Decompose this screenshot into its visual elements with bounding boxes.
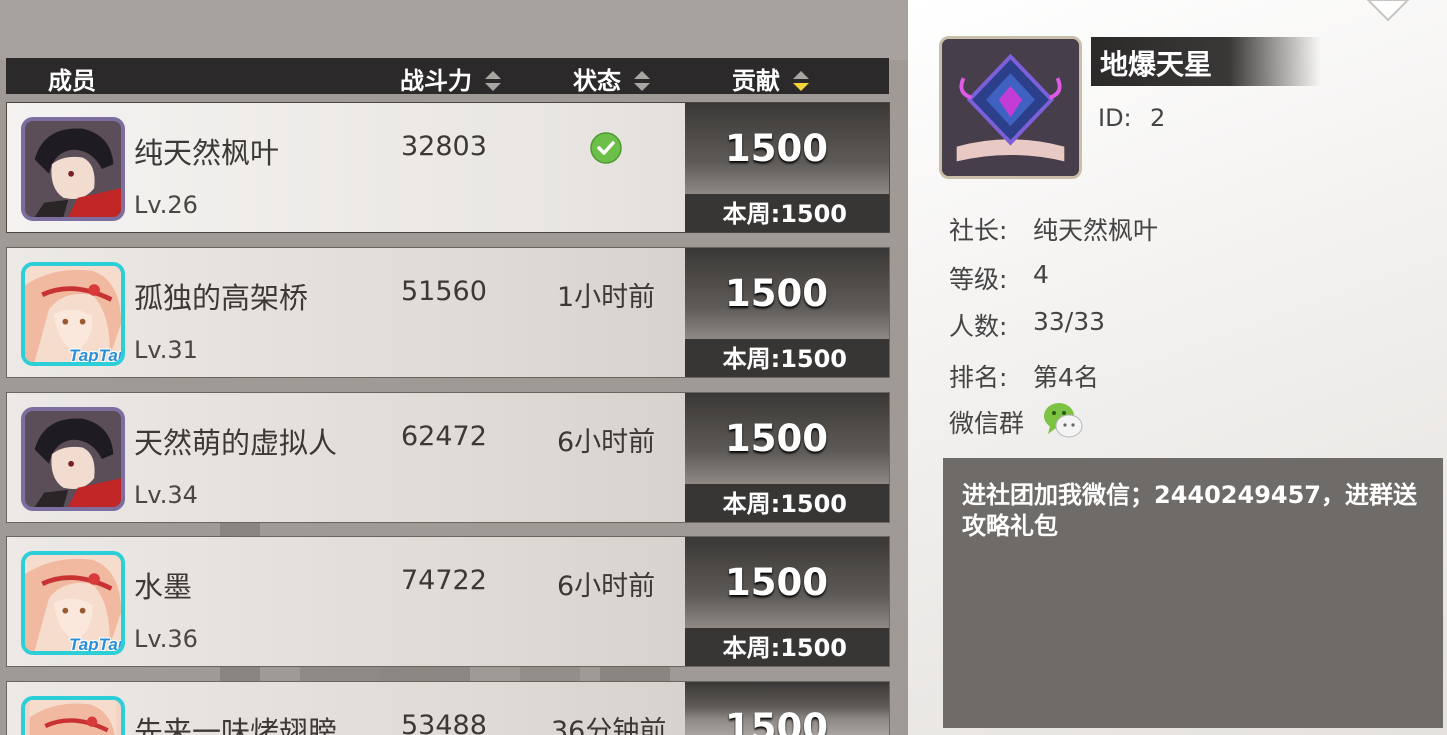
dark-hair-boy-portrait [25,411,121,507]
member-status: 6小时前 [557,427,656,458]
leader-label: 社长: [949,216,1008,245]
contribution-value: 1500 [725,417,828,460]
header-status[interactable]: 状态 [573,61,651,96]
weekly-contribution: 本周:1500 [685,484,889,522]
sort-icon[interactable] [633,69,651,93]
member-row[interactable]: 纯天然枫叶 Lv.26 32803 1500 本周:1500 [6,102,890,233]
dark-hair-boy-portrait [25,121,121,217]
contribution-value: 1500 [725,706,828,735]
member-name: 纯天然枫叶 [134,136,280,170]
header-power[interactable]: 战斗力 [400,61,502,96]
member-name: 孤独的高架桥 [134,281,309,315]
sort-active-icon[interactable] [792,69,810,93]
online-check-icon [590,132,622,164]
member-status: 36分钟前 [551,716,667,735]
contribution-box: 1500 [685,682,889,735]
member-power: 32803 [401,131,487,162]
contribution-box: 1500 本周:1500 [685,537,889,666]
contribution-box: 1500 本周:1500 [685,393,889,522]
member-row[interactable]: TapTap 孤独的高架桥 Lv.31 51560 1小时前 1500 本周:1… [6,247,890,378]
header-contribution[interactable]: 贡献 [732,61,810,96]
rank-label: 排名: [949,363,1008,392]
level-value: 4 [1033,260,1049,289]
contribution-value: 1500 [725,561,828,604]
member-power: 74722 [401,565,487,596]
level-label: 等级: [949,265,1008,294]
wechat-icon[interactable] [1042,400,1084,440]
header-contribution-label: 贡献 [732,67,780,95]
member-status: 1小时前 [557,282,656,313]
guild-id-label: ID: [1098,104,1132,132]
contribution-box: 1500 本周:1500 [685,248,889,377]
member-name: 水墨 [134,570,193,604]
member-level: Lv.36 [134,625,198,653]
avatar[interactable]: TapTap [21,262,125,366]
member-table-header: 成员 战斗力 状态 贡献 [6,58,889,96]
rank-value: 第4名 [1033,363,1099,392]
guild-name: 地爆天星 [1100,48,1213,81]
avatar[interactable] [21,407,125,511]
member-row[interactable]: TapTap 水墨 Lv.36 74722 6小时前 1500 本周:1500 [6,536,890,667]
contribution-value: 1500 [725,272,828,315]
avatar[interactable] [21,696,125,735]
member-level: Lv.31 [134,336,198,364]
avatar[interactable] [21,117,125,221]
member-row[interactable]: 先来一味烤翅膀 53488 36分钟前 1500 [6,681,890,735]
member-level: Lv.34 [134,481,198,509]
avatar[interactable]: TapTap [21,551,125,655]
header-status-label: 状态 [573,67,621,95]
guild-emblem [939,36,1082,179]
member-power: 51560 [401,276,487,307]
header-power-label: 战斗力 [400,67,472,95]
taptap-badge: TapTap [69,346,125,365]
member-status: 6小时前 [557,571,656,602]
weekly-contribution: 本周:1500 [685,628,889,666]
member-count-label: 人数: [949,312,1008,341]
magic-book-emblem-icon [942,39,1079,176]
leader-value: 纯天然枫叶 [1033,216,1159,245]
weekly-contribution: 本周:1500 [685,339,889,377]
header-member: 成员 [48,67,96,95]
member-name: 先来一味烤翅膀 [134,715,338,735]
guild-notice-box: 进社团加我微信；2440249457，进群送攻略礼包 [943,458,1443,728]
wechat-group-label: 微信群 [949,409,1025,438]
sort-icon[interactable] [484,69,502,93]
member-count-value: 33/33 [1033,307,1106,336]
guild-notice-text: 进社团加我微信；2440249457，进群送攻略礼包 [962,481,1417,540]
guild-id: 2 [1150,104,1166,132]
taptap-girl-portrait [29,700,117,735]
member-level: Lv.26 [134,191,198,219]
member-power: 53488 [401,710,487,735]
weekly-contribution: 本周:1500 [685,194,889,232]
member-power: 62472 [401,421,487,452]
collapse-arrow-icon[interactable] [1360,0,1416,24]
member-name: 天然萌的虚拟人 [134,426,338,460]
taptap-badge: TapTap [69,635,125,654]
contribution-value: 1500 [725,127,828,170]
member-row[interactable]: 天然萌的虚拟人 Lv.34 62472 6小时前 1500 本周:1500 [6,392,890,523]
contribution-box: 1500 本周:1500 [685,103,889,232]
